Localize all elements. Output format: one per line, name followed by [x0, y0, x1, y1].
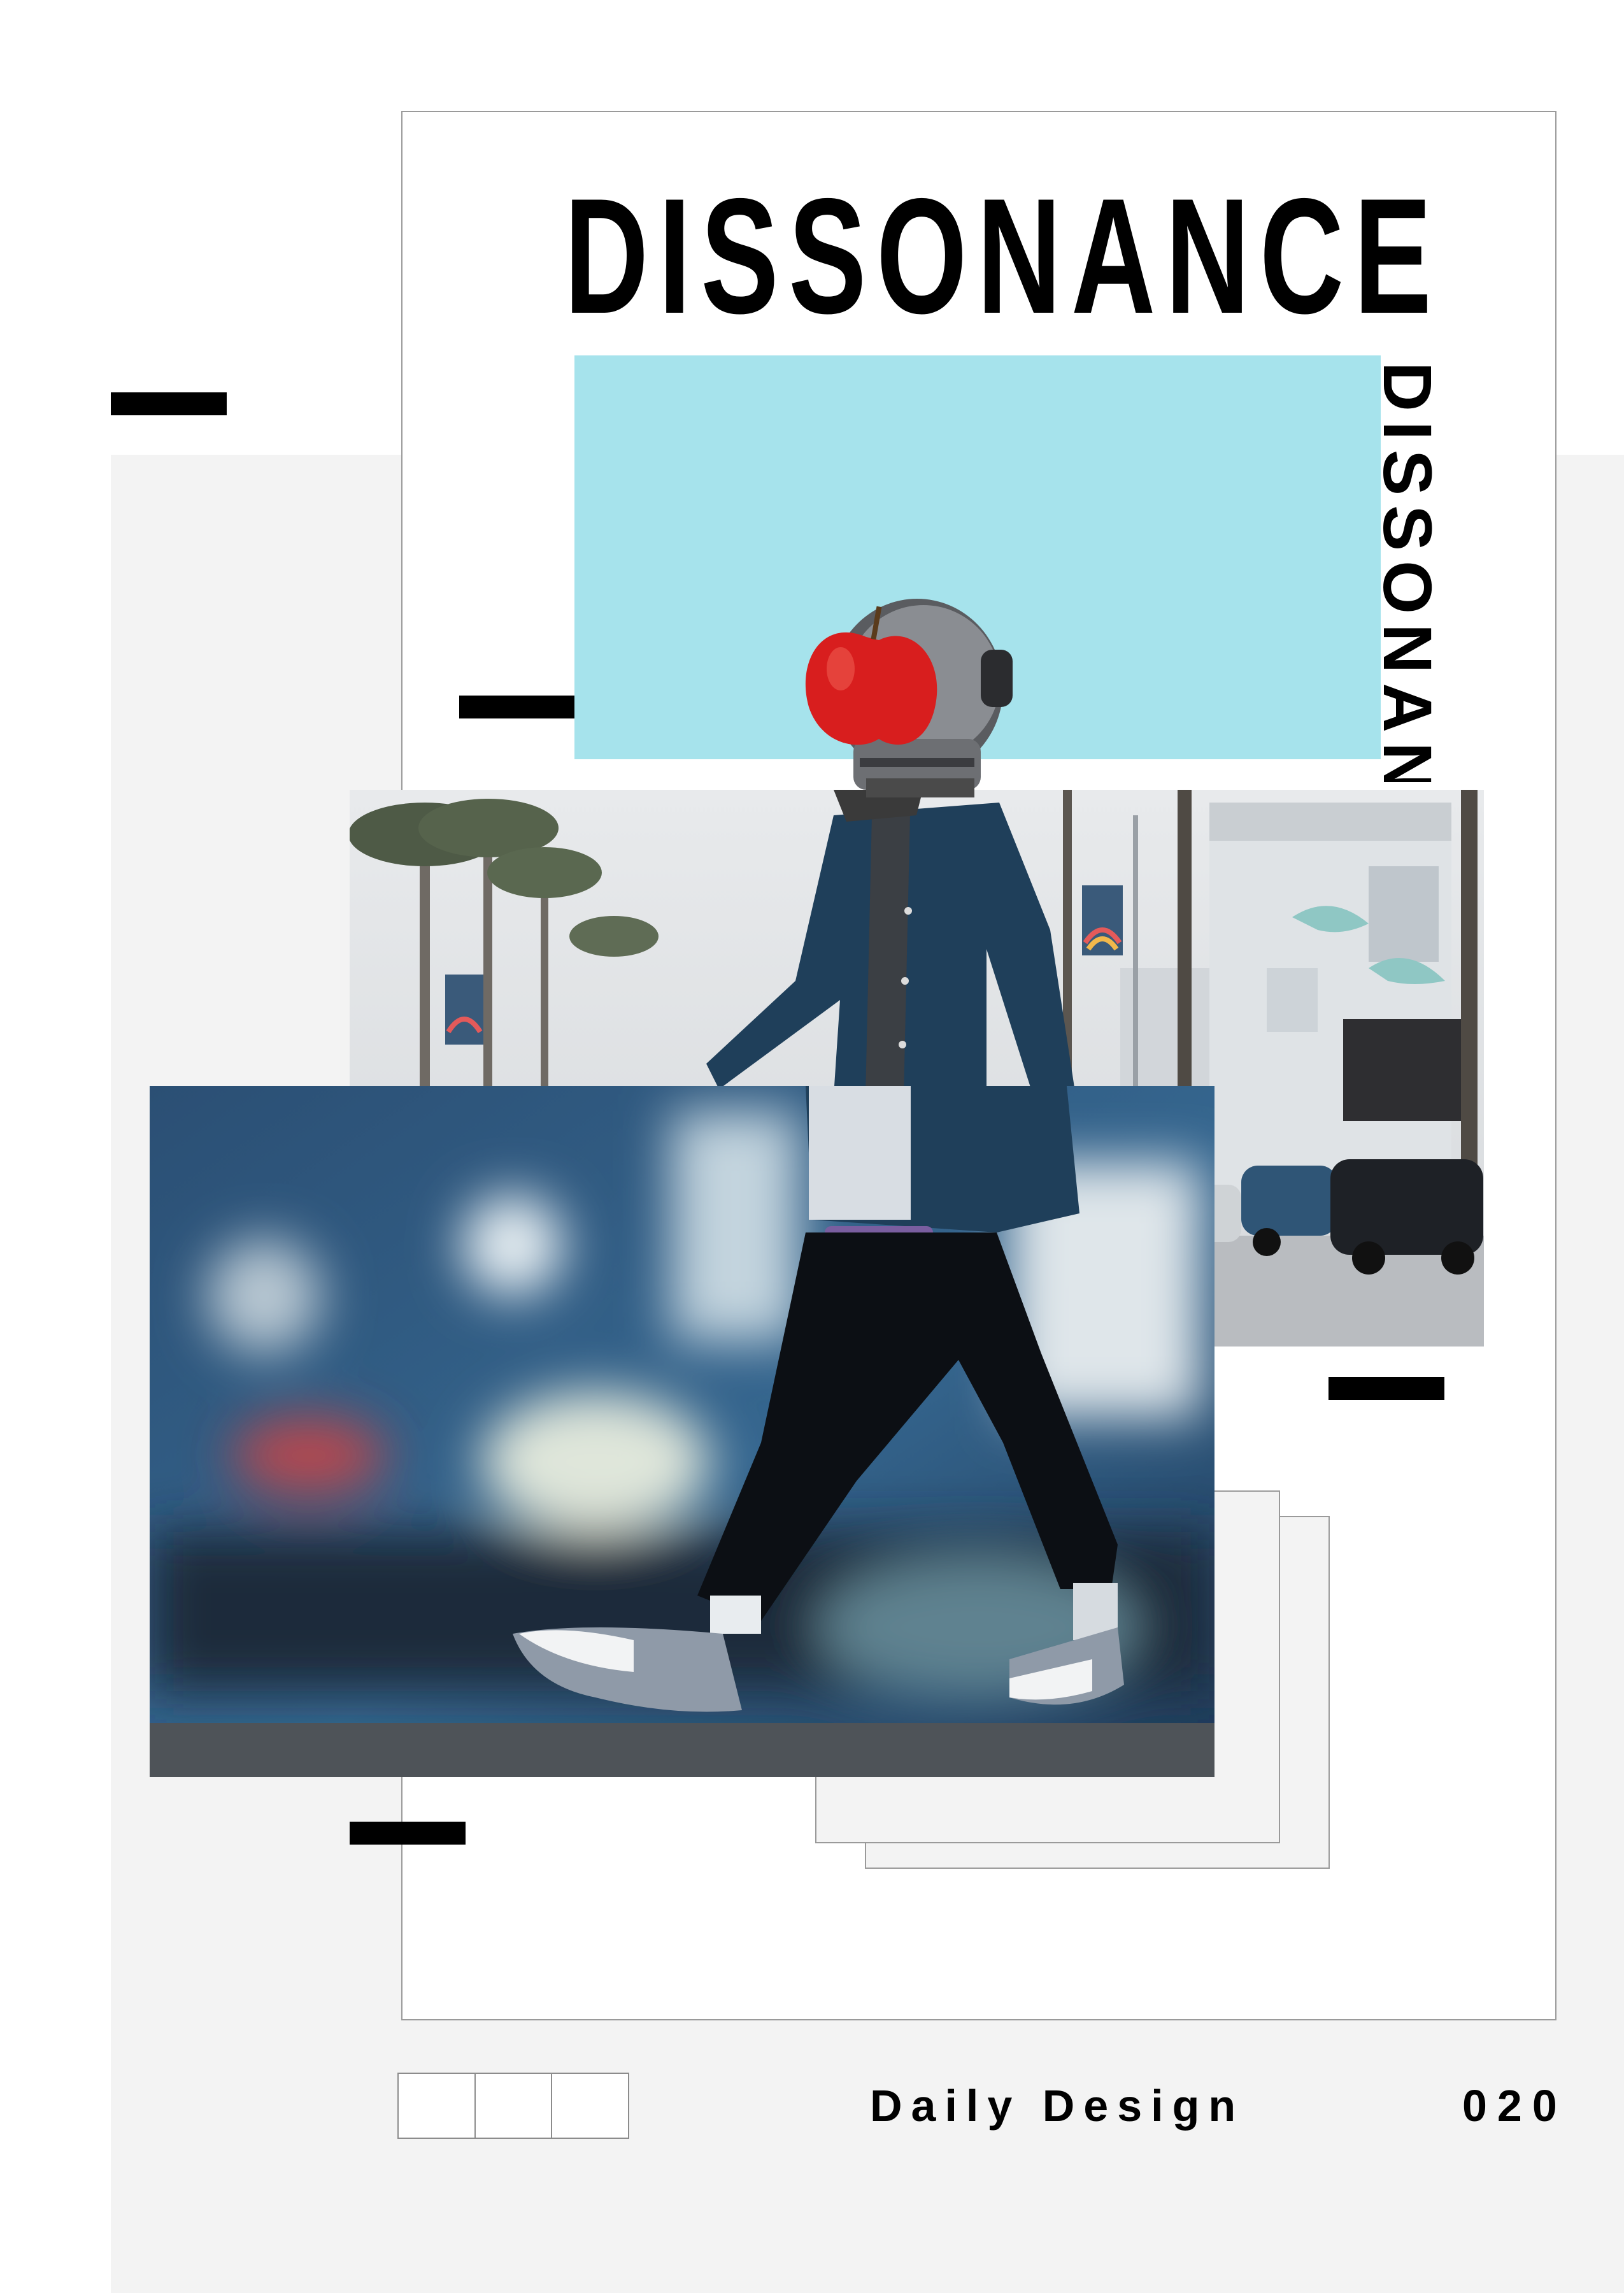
helmet-apple	[796, 592, 1013, 803]
astronaut-helmet-icon	[805, 599, 1013, 797]
poster-title: DISSONANCE	[564, 164, 1442, 348]
footer-boxes	[397, 2073, 629, 2139]
vertical-title: DISSONANC	[1382, 362, 1433, 782]
decor-bar-bottom	[350, 1822, 466, 1845]
issue-number: 020	[1462, 2081, 1567, 2131]
decor-bar-left	[111, 392, 227, 415]
decor-bar-right	[1328, 1377, 1444, 1400]
vertical-title-text: DISSONANC	[1382, 362, 1433, 782]
blurred-photo	[150, 1086, 1214, 1777]
footer-box	[399, 2074, 476, 2138]
walker-legs-illustration	[150, 1086, 1214, 1777]
footer-box	[476, 2074, 553, 2138]
series-label: Daily Design	[870, 2081, 1245, 2131]
footer-box	[552, 2074, 628, 2138]
